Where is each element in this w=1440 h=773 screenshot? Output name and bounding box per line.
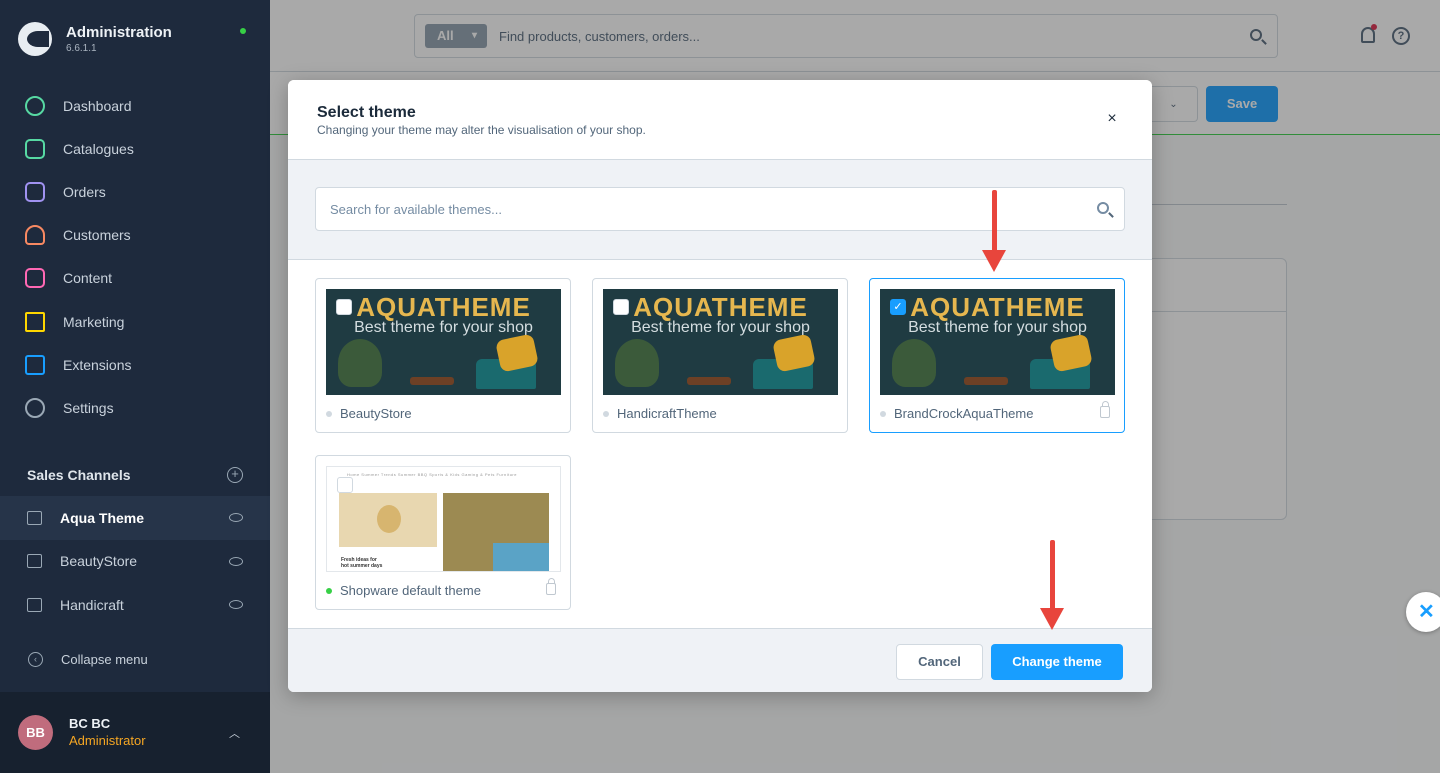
nav-item-orders[interactable]: Orders [0,170,270,213]
app-title: Administration [66,24,172,41]
chevron-left-icon: ‹ [28,652,43,667]
preview-nav: Home Summer Trends Summer BBQ Sports & K… [347,472,517,477]
theme-status-dot [326,411,332,417]
theme-checkbox-checked[interactable]: ✓ [890,299,906,315]
theme-card-brandcrockaquatheme[interactable]: AQUATHEME Best theme for your shop ✓ Bra… [869,278,1125,433]
sales-channels-title: Sales Channels [27,467,131,483]
extensions-icon [25,354,45,375]
dashboard-icon [25,95,45,116]
add-sales-channel-icon[interactable]: + [227,467,243,483]
nav-label: Customers [63,227,131,244]
preview-text: Fresh ideas for hot summer days [341,557,383,569]
nav-label: Orders [63,183,106,200]
nav-label: Content [63,270,113,287]
theme-search-input[interactable]: Search for available themes... [315,187,1125,231]
nav-item-settings[interactable]: Settings [0,386,270,429]
theme-card-shopware-default[interactable]: Home Summer Trends Summer BBQ Sports & K… [315,455,571,610]
theme-card-handicrafttheme[interactable]: AQUATHEME Best theme for your shop Handi… [592,278,848,433]
theme-status-dot [880,411,886,417]
marketing-icon [25,311,45,332]
nav-label: Marketing [63,313,125,330]
theme-search-zone: Search for available themes... [288,160,1152,260]
theme-checkbox[interactable] [613,299,629,315]
theme-checkbox[interactable] [337,477,353,493]
theme-preview-image: AQUATHEME Best theme for your shop [603,289,838,395]
customers-icon [25,225,45,246]
theme-preview-image: AQUATHEME Best theme for your shop [326,289,561,395]
chat-widget-icon[interactable]: ✕ [1406,592,1440,632]
nav-item-catalogues[interactable]: Catalogues [0,127,270,170]
theme-name: Shopware default theme [340,583,481,598]
theme-checkbox[interactable] [336,299,352,315]
avatar: BB [18,715,53,750]
content-icon [25,268,45,289]
lock-icon [1100,401,1110,418]
shopware-logo-icon [18,22,52,56]
collapse-menu-button[interactable]: ‹ Collapse menu [28,652,148,667]
collapse-menu-label: Collapse menu [61,652,148,667]
theme-status-dot [603,411,609,417]
storefront-icon [27,554,42,569]
theme-preview-image: AQUATHEME Best theme for your shop ✓ [880,289,1115,395]
sales-channel-label: BeautyStore [60,553,138,570]
close-icon[interactable]: × [1103,110,1121,128]
cancel-button[interactable]: Cancel [896,644,983,680]
eye-icon[interactable] [229,556,243,566]
sales-channels-header: Sales Channels + [27,467,243,483]
nav-item-marketing[interactable]: Marketing [0,300,270,343]
sales-channel-label: Handicraft [60,596,124,613]
theme-name: BeautyStore [340,406,412,421]
settings-icon [25,397,45,418]
sales-channel-aqua-theme[interactable]: Aqua Theme [0,496,270,540]
eye-icon[interactable] [229,513,243,523]
brand[interactable]: Administration 6.6.1.1 [18,22,172,56]
user-name: BC BC [69,716,111,731]
sales-channel-label: Aqua Theme [60,509,145,526]
catalogues-icon [25,138,45,159]
main-navigation: Dashboard Catalogues Orders Customers Co… [0,84,270,430]
theme-status-dot-active [326,588,332,594]
sales-channel-handicraft[interactable]: Handicraft [0,583,270,627]
nav-label: Settings [63,399,114,416]
storefront-icon [27,510,42,525]
status-dot-icon [240,28,246,34]
user-menu[interactable]: BB BC BC Administrator ︿ [0,692,270,773]
lock-icon [546,578,556,595]
theme-name: HandicraftTheme [617,406,717,421]
eye-icon[interactable] [229,600,243,610]
sidebar: Administration 6.6.1.1 Dashboard Catalog… [0,0,270,773]
annotation-arrow-down-icon [1040,540,1064,630]
search-icon[interactable] [1097,202,1109,214]
chevron-up-icon: ︿ [229,728,240,740]
modal-title: Select theme [317,104,416,121]
sales-channel-list: Aqua Theme BeautyStore Handicraft [0,496,270,627]
theme-name: BrandCrockAquaTheme [894,406,1034,421]
nav-item-customers[interactable]: Customers [0,214,270,257]
modal-footer: Cancel Change theme [288,628,1152,692]
theme-preview-image: Home Summer Trends Summer BBQ Sports & K… [326,466,561,572]
nav-item-extensions[interactable]: Extensions [0,343,270,386]
theme-search-placeholder: Search for available themes... [330,202,502,217]
change-theme-button[interactable]: Change theme [991,644,1123,680]
theme-card-beautystore[interactable]: AQUATHEME Best theme for your shop Beaut… [315,278,571,433]
nav-label: Catalogues [63,140,134,157]
storefront-icon [27,597,42,612]
annotation-arrow-down-icon [982,190,1006,272]
modal-subtitle: Changing your theme may alter the visual… [317,123,646,137]
app-version: 6.6.1.1 [66,43,97,54]
modal-header: Select theme Changing your theme may alt… [288,80,1152,160]
user-role: Administrator [69,733,146,748]
nav-label: Dashboard [63,97,132,114]
orders-icon [25,181,45,202]
nav-item-dashboard[interactable]: Dashboard [0,84,270,127]
sales-channel-beautystore[interactable]: BeautyStore [0,540,270,584]
select-theme-modal: Select theme Changing your theme may alt… [288,80,1152,692]
nav-item-content[interactable]: Content [0,257,270,300]
nav-label: Extensions [63,356,132,373]
